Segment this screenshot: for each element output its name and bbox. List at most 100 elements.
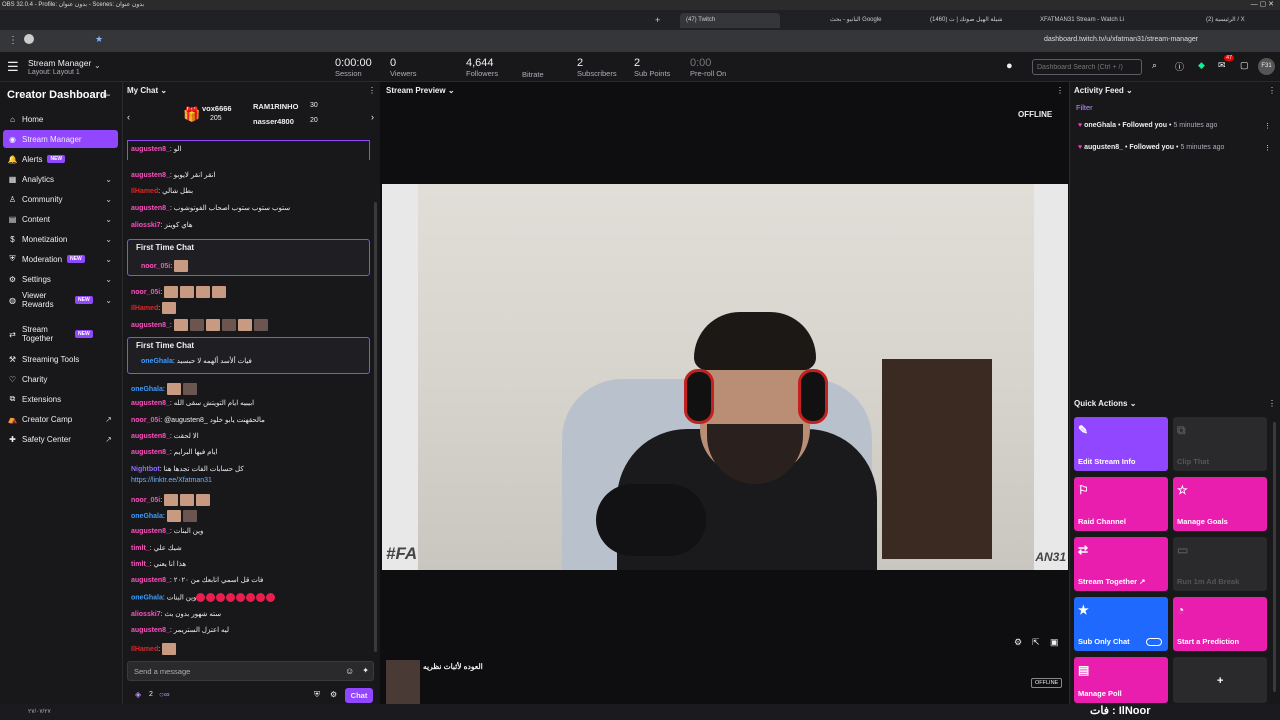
sidebar-item-stream-together[interactable]: ⇄ Stream Together NEW [3,322,118,346]
collapse-icon[interactable]: ⇤ [103,90,111,101]
fullscreen-icon[interactable]: ▣ [1050,637,1059,648]
chat-username[interactable]: oneGhala [131,594,163,601]
sparkle-icon[interactable]: ✦ [362,666,369,675]
scrollbar[interactable] [1273,422,1276,692]
manage-goals-button[interactable]: ☆ Manage Goals [1173,477,1267,531]
chat-username[interactable]: aliosski7 [131,222,161,229]
sidebar-item-safety-center[interactable]: ✚ Safety Center ↗ [3,430,118,448]
chat-username[interactable]: oneGhala [141,358,173,365]
more-icon[interactable]: ⋮ [1264,122,1271,130]
edit-stream-info-button[interactable]: ✎ Edit Stream Info [1074,417,1168,471]
activity-item[interactable]: ♥ augusten8_ • Followed you • 5 minutes … [1078,144,1271,152]
chat-username[interactable]: timlt_ [131,561,150,568]
chat-message[interactable]: augusten8_: ليه اعتزل الستريمر [131,626,229,634]
browser-tab[interactable]: (47) Twitch [680,13,780,28]
chat-username[interactable]: timlt_ [131,545,150,552]
chat-send-button[interactable]: Chat [345,688,373,703]
chat-message[interactable]: aliosski7: سته شهور بدون بث [131,610,221,618]
menu-icon[interactable]: ⋮ [8,35,18,46]
raid-channel-button[interactable]: ⚐ Raid Channel [1074,477,1168,531]
chat-message[interactable]: timlt_: هذا انا يعني [131,560,186,568]
chat-username[interactable]: augusten8_ [131,433,170,440]
dashboard-search-input[interactable] [1032,59,1142,75]
chevron-down-icon[interactable]: ⌄ [105,215,112,224]
quick-actions-header[interactable]: Quick Actions ⌄ [1074,399,1136,408]
chevron-down-icon[interactable]: ⌄ [105,275,112,284]
chat-username[interactable]: augusten8_ [131,528,170,535]
chat-message[interactable]: Nightbot: كل حسابات الفات تجدها هنا [131,465,244,473]
webcam-preview[interactable]: #FA AN31 [382,184,1068,570]
chat-message[interactable]: augusten8_: ابيبيه ايام التويتش سقى الله [131,399,254,407]
stream-together-button[interactable]: ⇄ Stream Together ↗ [1074,537,1168,591]
emote-icon[interactable]: ☺ [345,666,354,676]
chat-username[interactable]: oneGhala [131,386,163,393]
more-icon[interactable]: ⋮ [1268,86,1276,95]
chevron-down-icon[interactable]: ⌄ [105,255,112,264]
chat-username[interactable]: noor_05i [131,497,160,504]
chat-message[interactable]: augusten8_: انقر انقر لايوبو [131,171,215,179]
chat-message[interactable]: augusten8_: فات قل اسمي اتابعك من ٢٠٢٠ [131,576,263,584]
bits-icon[interactable]: ◆ [1198,60,1205,71]
chat-message[interactable]: augusten8_: ايام فيها البرايم [131,448,217,456]
chat-username[interactable]: augusten8_ [131,146,170,153]
status-icon[interactable]: ● [1006,60,1013,72]
chevron-down-icon[interactable]: ⌄ [105,175,112,184]
activity-item[interactable]: ♥ oneGhala • Followed you • 5 minutes ag… [1078,122,1271,130]
chat-message[interactable]: https://linktr.ee/Xfatman31 [131,477,212,484]
chat-username[interactable]: IlHamed [131,188,158,195]
profile-icon[interactable] [24,34,34,44]
start-prediction-button[interactable]: ◔ Start a Prediction [1173,597,1267,651]
chat-message[interactable]: oneGhala: فيات ألأسد ألهمه لا حبسيد [141,357,252,365]
chat-username[interactable]: augusten8_ [131,627,170,634]
chat-message[interactable]: augusten8_: وين البنات [131,527,203,535]
scrollbar[interactable] [374,202,377,652]
sidebar-item-viewer-rewards[interactable]: ◍ Viewer Rewards NEW ⌄ [3,288,118,312]
chat-message[interactable]: augusten8_: الو [131,145,182,153]
channel-points-icon[interactable]: ◈ [135,690,141,699]
stream-preview-header[interactable]: Stream Preview ⌄ [386,86,455,95]
gear-icon[interactable]: ⚙ [1014,637,1022,648]
sidebar-item-home[interactable]: ⌂ Home [3,110,118,128]
chat-message[interactable]: noor_05i: @augusten8_ مالحقهنت يابو خلود [131,416,265,424]
popout-icon[interactable]: ⇱ [1032,637,1040,648]
sidebar-item-alerts[interactable]: 🔔 Alerts NEW [3,150,118,168]
chevron-down-icon[interactable]: ⌄ [94,61,101,70]
chat-message[interactable]: IlHamed: [131,302,178,314]
whispers-icon[interactable]: ▢ [1240,60,1249,71]
chat-message[interactable]: oneGhala: وين البنات [131,593,276,602]
avatar[interactable]: F31 [1258,58,1275,75]
window-controls[interactable]: — ▢ ✕ [1251,0,1274,10]
sidebar-item-charity[interactable]: ♡ Charity [3,370,118,388]
chevron-down-icon[interactable]: ⌄ [105,235,112,244]
chat-message[interactable]: augusten8_: [131,319,270,331]
chat-username[interactable]: augusten8_ [131,322,170,329]
search-icon[interactable]: ⌕ [1152,60,1157,71]
chat-input[interactable]: Send a message ☺ ✦ [127,661,374,681]
chevron-right-icon[interactable]: › [371,112,374,122]
more-icon[interactable]: ⋮ [368,86,376,95]
stream-thumbnail[interactable] [386,660,420,704]
chat-username[interactable]: noor_05i [131,417,160,424]
chat-message[interactable]: augusten8_: الا لحقت [131,432,199,440]
chat-message[interactable]: IlHamed: بطل شالي [131,187,193,195]
chevron-left-icon[interactable]: ‹ [127,112,130,122]
run-ad-break-button[interactable]: ▭ Run 1m Ad Break [1173,537,1267,591]
browser-tab[interactable]: (1460) شيلة الهيل صوتك | ت [930,13,1010,28]
chat-message[interactable]: oneGhala: [131,383,199,395]
chat-username[interactable]: noor_05i [131,289,160,296]
filter-link[interactable]: Filter [1076,103,1093,112]
help-icon[interactable]: ⓘ [1175,60,1184,73]
chat-message[interactable]: aliosski7: هاي كوينز [131,221,193,229]
chat-username[interactable]: augusten8_ [131,449,170,456]
chat-message[interactable]: noor_05i: [141,260,190,272]
more-icon[interactable]: ⋮ [1268,399,1276,408]
chat-username[interactable]: augusten8_ [131,400,170,407]
sidebar-item-community[interactable]: ♙ Community ⌄ [3,190,118,208]
chat-username[interactable]: IlHamed [131,646,158,653]
sidebar-item-content[interactable]: ▤ Content ⌄ [3,210,118,228]
chat-header[interactable]: My Chat ⌄ [127,86,167,95]
browser-tab[interactable]: (2) الرئيسية / X [1206,13,1246,28]
layout-label[interactable]: Layout: Layout 1 [28,69,80,76]
chat-username[interactable]: aliosski7 [131,611,161,618]
chat-message[interactable]: noor_05i: [131,286,228,298]
